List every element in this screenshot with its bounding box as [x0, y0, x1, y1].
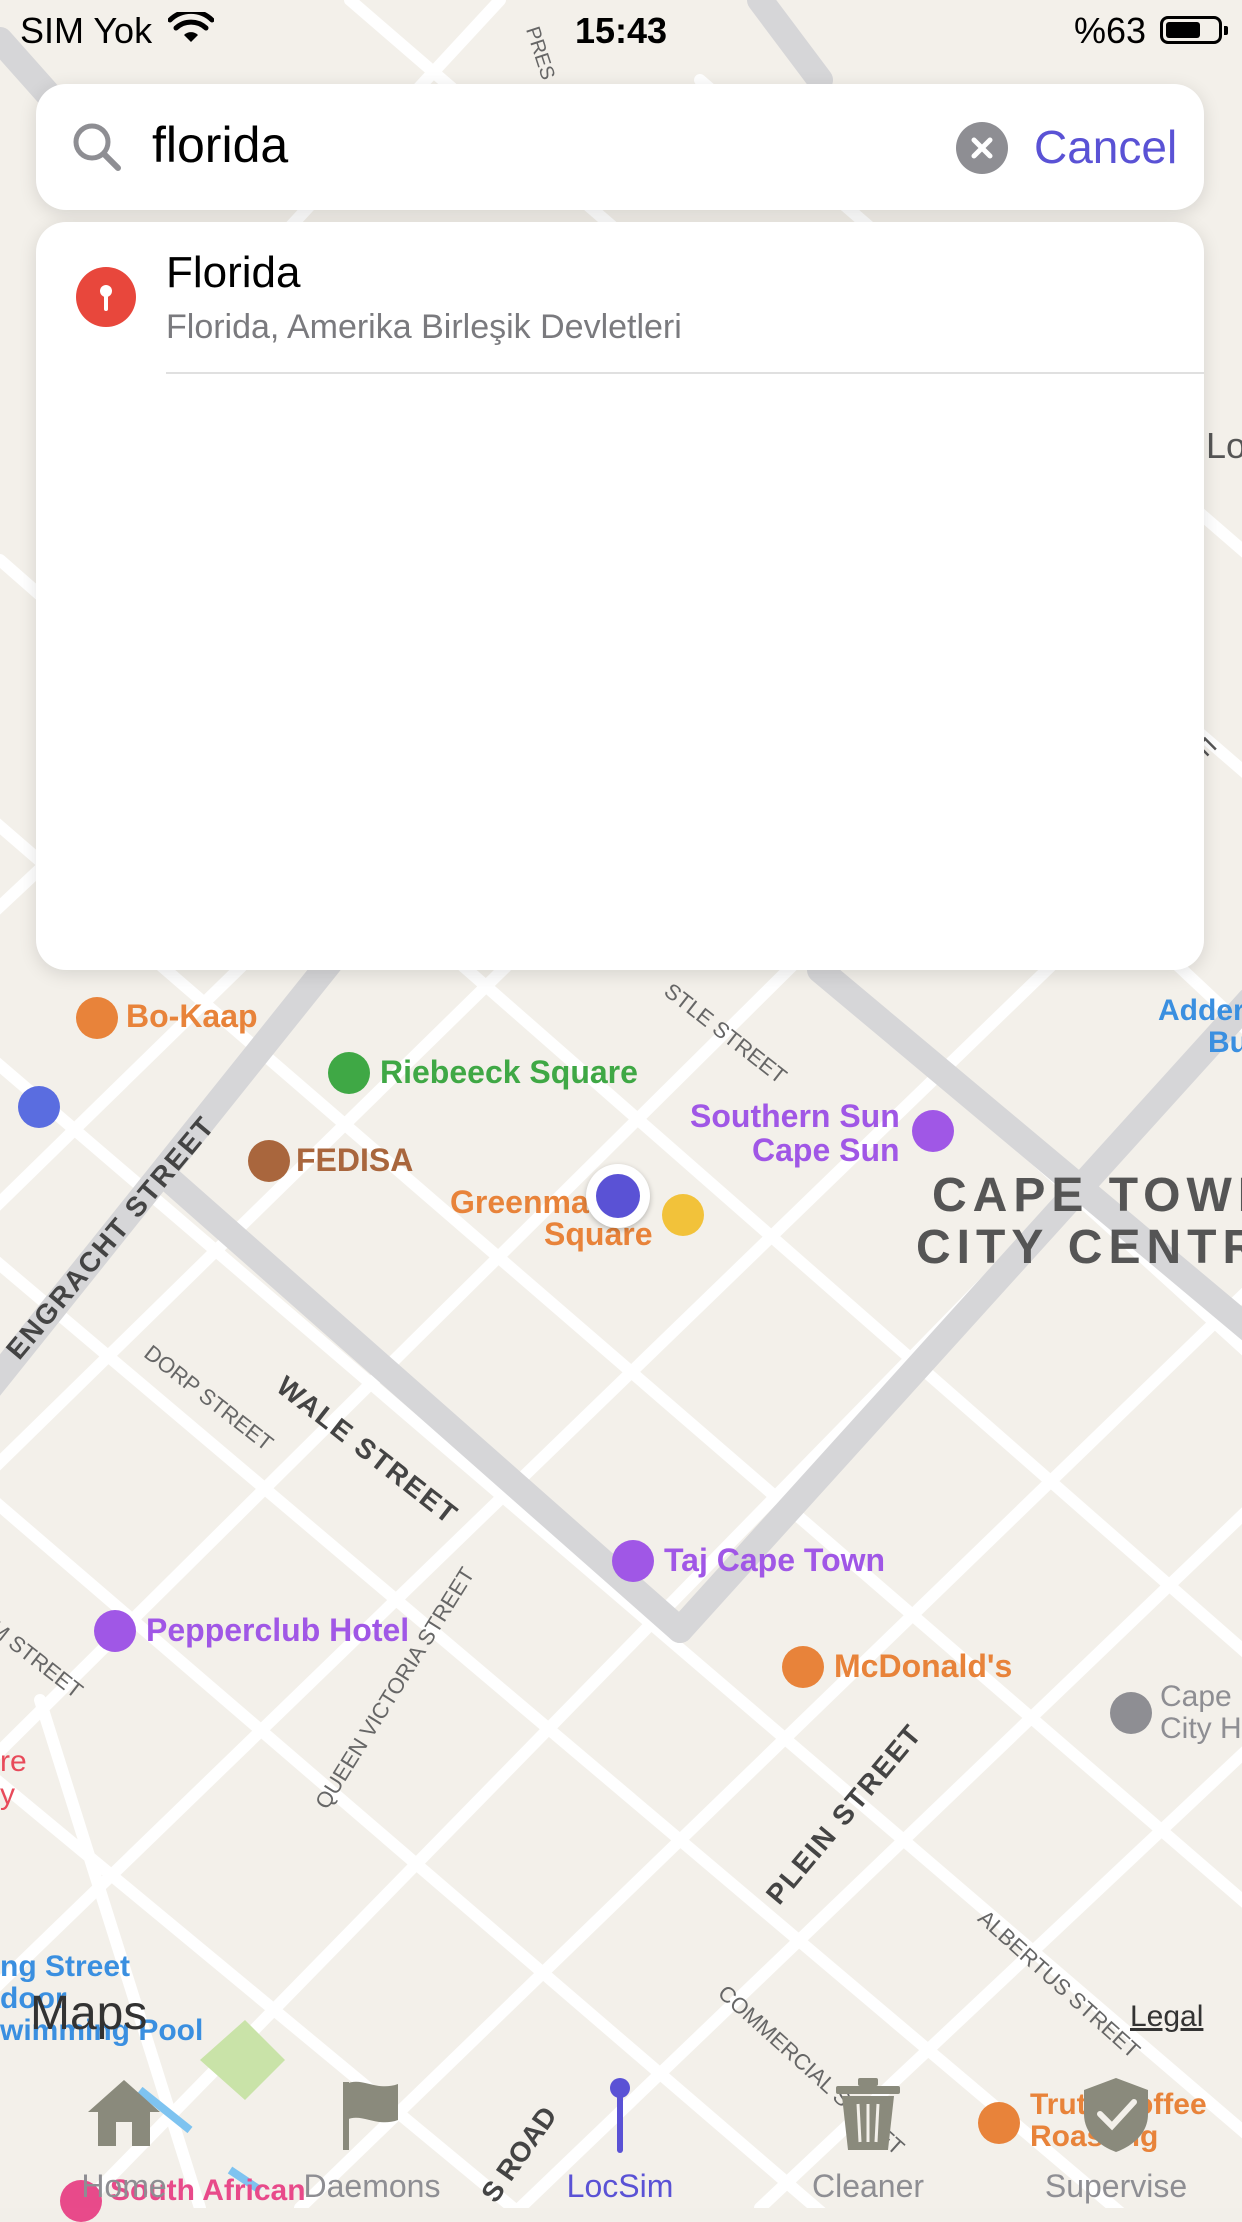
status-bar: SIM Yok 15:43 %63 — [0, 0, 1242, 60]
user-location-dot[interactable] — [586, 1164, 650, 1228]
tab-label: Supervise — [1044, 2168, 1188, 2204]
clear-icon[interactable] — [956, 122, 1008, 174]
tab-bar: Home Daemons LocSim Cleaner Supervise — [0, 2066, 1242, 2208]
search-icon — [73, 123, 121, 171]
bed-icon[interactable] — [912, 1110, 954, 1152]
maps-logo: Maps — [30, 1987, 148, 2040]
red-pin-icon — [76, 267, 136, 327]
poi-taj-cape-town[interactable]: Taj Cape Town — [664, 1542, 885, 1579]
tab-cleaner[interactable]: Cleaner — [744, 2066, 992, 2208]
map-label-partial: Loo — [1206, 425, 1242, 466]
tab-locsim[interactable]: LocSim — [496, 2066, 744, 2208]
flag-icon — [343, 2081, 398, 2150]
building-icon[interactable] — [1110, 1692, 1152, 1734]
legal-link[interactable]: Legal — [1130, 2000, 1203, 2034]
poi-fedisa[interactable]: FEDISA — [296, 1142, 413, 1179]
map-pin-icon — [610, 2078, 630, 2153]
poi-southern-sun-line2[interactable]: Cape Sun — [752, 1132, 900, 1169]
poi-swimming-pool[interactable]: ng Street — [0, 1950, 130, 1984]
poi-cape-city-hall[interactable]: Cape — [1160, 1680, 1232, 1714]
district-label: CAPE TOWN — [932, 1169, 1242, 1222]
search-input[interactable]: florida — [152, 116, 288, 174]
shield-check-icon — [1084, 2078, 1148, 2152]
poi-mcdonalds[interactable]: McDonald's — [834, 1648, 1012, 1685]
fork-knife-icon[interactable] — [76, 997, 118, 1039]
clock: 15:43 — [574, 10, 668, 51]
cancel-button[interactable]: Cancel — [1034, 120, 1177, 174]
tab-label: Daemons — [303, 2168, 441, 2204]
tab-label: LocSim — [566, 2168, 674, 2204]
battery-icon — [1160, 16, 1228, 44]
tab-home[interactable]: Home — [0, 2066, 248, 2208]
graduation-cap-icon[interactable] — [248, 1140, 290, 1182]
poi-riebeeck-square[interactable]: Riebeeck Square — [380, 1054, 638, 1091]
poi-cape-city-hall-line2[interactable]: City H — [1160, 1712, 1242, 1746]
poi-bo-kaap[interactable]: Bo-Kaap — [126, 998, 258, 1035]
result-row[interactable]: Florida Florida, Amerika Birleşik Devlet… — [36, 222, 1204, 374]
result-title: Florida — [166, 248, 301, 297]
poi-pepperclub-hotel[interactable]: Pepperclub Hotel — [146, 1612, 409, 1649]
search-bar: florida Cancel — [36, 84, 1204, 210]
poi-southern-sun[interactable]: Southern Sun — [690, 1098, 900, 1135]
trash-icon — [836, 2078, 900, 2150]
map-label-partial: y — [0, 1778, 15, 1811]
house-icon — [88, 2080, 160, 2146]
bed-icon[interactable] — [94, 1610, 136, 1652]
tab-label: Home — [81, 2168, 167, 2204]
search-results-panel: Florida Florida, Amerika Birleşik Devlet… — [36, 222, 1204, 970]
battery-percent: %63 — [1073, 10, 1146, 51]
shopping-bag-icon[interactable] — [662, 1194, 704, 1236]
poi-adderley[interactable]: Adder — [1158, 994, 1242, 1028]
park-icon[interactable] — [328, 1052, 370, 1094]
map-label-partial: re — [0, 1745, 27, 1778]
divider — [166, 372, 1204, 374]
result-subtitle: Florida, Amerika Birleşik Devletleri — [166, 308, 682, 346]
poi-adderley-line2[interactable]: Bu — [1208, 1026, 1242, 1060]
tab-supervise[interactable]: Supervise — [992, 2066, 1240, 2208]
tab-label: Cleaner — [811, 2168, 925, 2204]
burger-icon[interactable] — [782, 1646, 824, 1688]
bed-icon[interactable] — [612, 1540, 654, 1582]
star-icon[interactable] — [18, 1086, 60, 1128]
district-label-line2: CITY CENTRE — [916, 1221, 1242, 1274]
tab-daemons[interactable]: Daemons — [248, 2066, 496, 2208]
